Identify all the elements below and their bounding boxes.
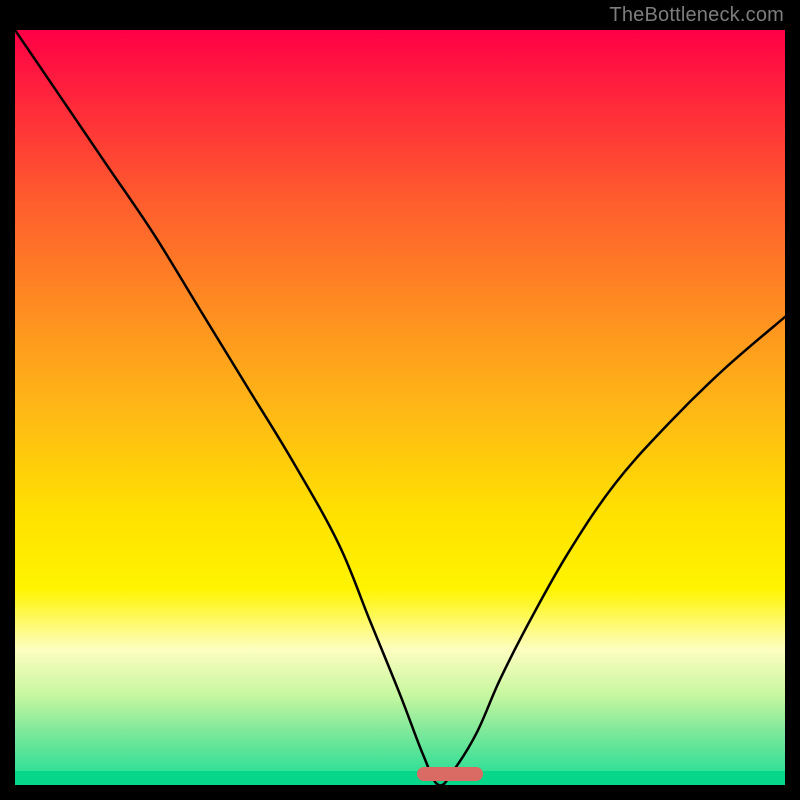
bottleneck-curve [15, 30, 785, 785]
baseline-strip [15, 771, 785, 785]
plot-area [15, 30, 785, 785]
attribution-text: TheBottleneck.com [609, 4, 784, 27]
optimum-marker [417, 767, 482, 781]
chart-frame: TheBottleneck.com [0, 0, 800, 800]
